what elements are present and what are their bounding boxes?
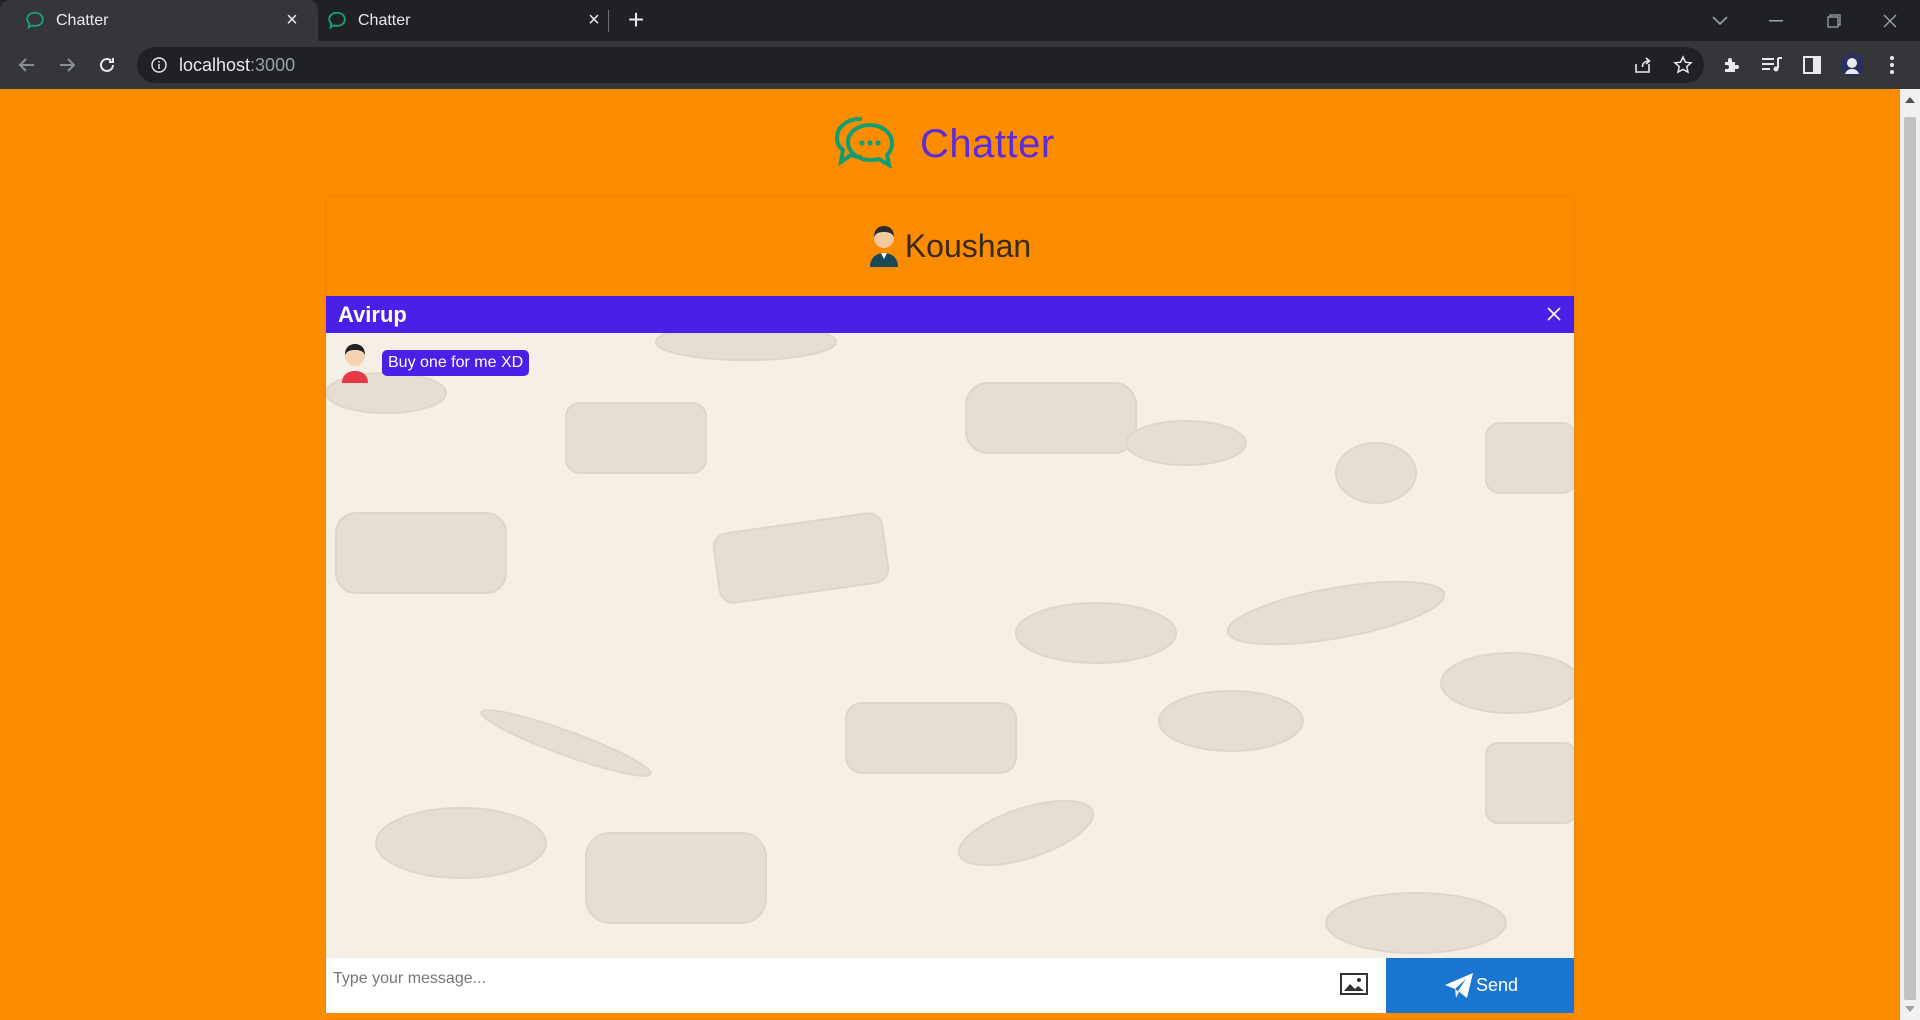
share-icon[interactable] bbox=[1627, 49, 1659, 81]
chatter-logo-icon bbox=[834, 117, 895, 170]
chat-background-pattern bbox=[326, 333, 1574, 954]
chatter-favicon-icon bbox=[328, 11, 346, 29]
message-bubble: Buy one for me XD bbox=[382, 350, 530, 376]
scroll-down-arrow-icon[interactable] bbox=[1905, 1006, 1915, 1012]
message-composer: Send bbox=[326, 958, 1574, 1013]
browser-menu-icon[interactable] bbox=[1876, 49, 1908, 81]
bookmark-star-icon[interactable] bbox=[1667, 49, 1699, 81]
send-button[interactable]: Send bbox=[1386, 958, 1574, 1013]
media-queue-icon[interactable] bbox=[1756, 49, 1788, 81]
tab-title: Chatter bbox=[56, 11, 109, 29]
chat-peer-name: Avirup bbox=[338, 301, 407, 327]
tab-close-icon[interactable]: × bbox=[280, 9, 304, 32]
reload-icon[interactable] bbox=[91, 49, 123, 81]
url-host: localhost bbox=[179, 54, 251, 75]
address-bar[interactable]: localhost:3000 bbox=[137, 47, 1704, 83]
sender-avatar-icon bbox=[342, 344, 368, 383]
close-window-icon[interactable] bbox=[1862, 0, 1918, 41]
current-user-name: Koushan bbox=[904, 227, 1032, 264]
scrollbar-thumb[interactable] bbox=[1904, 117, 1916, 1000]
tab-title: Chatter bbox=[358, 11, 411, 29]
restore-icon[interactable] bbox=[1806, 0, 1862, 41]
scroll-up-arrow-icon[interactable] bbox=[1905, 97, 1915, 103]
extensions-puzzle-icon[interactable] bbox=[1716, 49, 1748, 81]
current-user-bar: Koushan bbox=[326, 196, 1574, 296]
message-row: Buy one for me XD bbox=[340, 343, 530, 383]
side-panel-icon[interactable] bbox=[1796, 49, 1828, 81]
new-tab-button[interactable]: + bbox=[620, 4, 652, 36]
page-content: Chatter Koushan Avirup Buy one for me XD… bbox=[0, 89, 1900, 1020]
browser-toolbar: localhost:3000 bbox=[0, 41, 1920, 89]
message-input[interactable] bbox=[326, 958, 1336, 1013]
attach-image-icon[interactable] bbox=[1338, 970, 1370, 998]
paper-plane-icon bbox=[1444, 972, 1473, 998]
back-arrow-icon[interactable] bbox=[11, 49, 43, 81]
user-avatar-icon bbox=[869, 226, 898, 267]
url-text: localhost:3000 bbox=[179, 55, 295, 76]
close-chat-icon[interactable] bbox=[1542, 302, 1566, 326]
tab-close-icon[interactable]: × bbox=[582, 9, 606, 32]
profile-avatar-icon[interactable] bbox=[1836, 49, 1868, 81]
minimize-icon[interactable] bbox=[1748, 0, 1804, 41]
chat-card: Koushan Avirup Buy one for me XD Type yo… bbox=[325, 195, 1575, 1020]
forward-arrow-icon[interactable] bbox=[51, 49, 83, 81]
brand-header: Chatter bbox=[830, 111, 1055, 177]
browser-tabstrip: Chatter × Chatter × + bbox=[0, 0, 1920, 41]
tab-search-icon[interactable] bbox=[1692, 0, 1748, 41]
browser-tab-1[interactable]: Chatter × bbox=[0, 0, 318, 41]
site-info-icon[interactable] bbox=[151, 57, 167, 73]
browser-tab-2[interactable]: Chatter × bbox=[302, 0, 620, 41]
chat-header: Avirup bbox=[326, 296, 1574, 333]
page-scrollbar[interactable] bbox=[1900, 89, 1920, 1020]
chat-messages-area[interactable]: Buy one for me XD bbox=[326, 333, 1574, 958]
chatter-favicon-icon bbox=[26, 11, 44, 29]
brand-name: Chatter bbox=[920, 121, 1055, 166]
url-port: :3000 bbox=[250, 54, 296, 75]
send-label: Send bbox=[1475, 975, 1519, 995]
tab-separator bbox=[608, 10, 609, 32]
